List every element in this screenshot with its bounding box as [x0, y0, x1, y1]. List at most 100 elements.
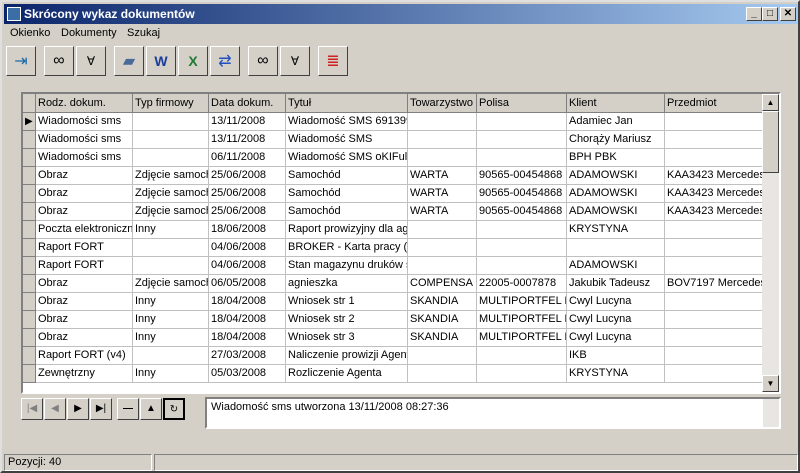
- first-record-button[interactable]: |◀: [21, 398, 43, 420]
- table-cell[interactable]: Wiadomości sms: [36, 131, 133, 149]
- table-cell[interactable]: [133, 257, 209, 275]
- table-row[interactable]: Poczta elektroniczna Inny 18/06/2008 Raport…: [23, 221, 763, 239]
- table-cell[interactable]: [408, 113, 477, 131]
- table-cell[interactable]: Wiadomości sms: [36, 149, 133, 167]
- table-cell[interactable]: KRYSTYNA: [567, 221, 665, 239]
- table-row[interactable]: Wiadomości sms 13/11/2008 Wiadomość SMS Cho…: [23, 131, 763, 149]
- row-indicator[interactable]: [23, 365, 36, 383]
- table-cell[interactable]: [408, 149, 477, 167]
- table-cell[interactable]: [477, 365, 567, 383]
- table-cell[interactable]: Obraz: [36, 203, 133, 221]
- table-cell[interactable]: 13/11/2008: [209, 113, 286, 131]
- table-row[interactable]: Obraz Inny 18/04/2008 Wniosek str 1 SKANDIA M…: [23, 293, 763, 311]
- table-row[interactable]: ObrazZdjęcie samochodu25/06/2008Samochód…: [23, 167, 763, 185]
- delete-record-button[interactable]: —: [117, 398, 139, 420]
- table-cell[interactable]: [477, 347, 567, 365]
- table-cell[interactable]: [408, 257, 477, 275]
- filter-button[interactable]: ∀: [76, 46, 106, 76]
- table-cell[interactable]: Wniosek str 1: [286, 293, 408, 311]
- table-cell[interactable]: 04/06/2008: [209, 257, 286, 275]
- table-cell[interactable]: Obraz: [36, 185, 133, 203]
- col-header-towarzystwo[interactable]: Towarzystwo: [408, 94, 477, 113]
- row-indicator[interactable]: ▶: [23, 113, 36, 131]
- list-button[interactable]: ≣: [318, 46, 348, 76]
- col-header-tytul[interactable]: Tytuł: [286, 94, 408, 113]
- scroll-down-button[interactable]: ▼: [762, 375, 779, 392]
- table-cell[interactable]: SKANDIA: [408, 329, 477, 347]
- title-bar[interactable]: Skrócony wykaz dokumentów _ □ ✕: [4, 4, 798, 24]
- table-cell[interactable]: MULTIPORTFEL I: [477, 293, 567, 311]
- table-cell[interactable]: [133, 113, 209, 131]
- table-cell[interactable]: [133, 239, 209, 257]
- table-row[interactable]: ▶ Wiadomości sms 13/11/2008 Wiadomość SMS 6…: [23, 113, 763, 131]
- sync-button[interactable]: ⇄: [210, 46, 240, 76]
- table-cell[interactable]: [408, 221, 477, 239]
- table-cell[interactable]: Inny: [133, 311, 209, 329]
- details-memo[interactable]: Wiadomość sms utworzona 13/11/2008 08:27…: [205, 397, 781, 429]
- table-cell[interactable]: Wiadomość SMS: [286, 131, 408, 149]
- table-cell[interactable]: SKANDIA: [408, 293, 477, 311]
- table-cell[interactable]: Cwyl Lucyna: [567, 311, 665, 329]
- table-cell[interactable]: Raport prowizyjny dla agenta: [286, 221, 408, 239]
- table-cell[interactable]: [665, 113, 763, 131]
- table-cell[interactable]: 25/06/2008: [209, 203, 286, 221]
- col-header-przedmiot[interactable]: Przedmiot: [665, 94, 763, 113]
- table-cell[interactable]: 22005-0007878: [477, 275, 567, 293]
- table-row[interactable]: Raport FORT 04/06/2008 Stan magazynu drukó…: [23, 257, 763, 275]
- table-cell[interactable]: Naliczenie prowizji Agentów: [286, 347, 408, 365]
- table-cell[interactable]: [665, 221, 763, 239]
- table-cell[interactable]: [477, 113, 567, 131]
- table-cell[interactable]: Jakubik Tadeusz: [567, 275, 665, 293]
- table-cell[interactable]: 90565-00454868: [477, 185, 567, 203]
- find-button[interactable]: ∞: [44, 46, 74, 76]
- table-cell[interactable]: Raport FORT: [36, 257, 133, 275]
- table-cell[interactable]: [477, 131, 567, 149]
- col-header-data[interactable]: Data dokum.: [209, 94, 286, 113]
- table-cell[interactable]: Obraz: [36, 329, 133, 347]
- table-cell[interactable]: Cwyl Lucyna: [567, 293, 665, 311]
- table-cell[interactable]: Inny: [133, 365, 209, 383]
- row-indicator[interactable]: [23, 131, 36, 149]
- table-cell[interactable]: [665, 293, 763, 311]
- row-indicator[interactable]: [23, 203, 36, 221]
- export-button[interactable]: ▰: [114, 46, 144, 76]
- table-cell[interactable]: [133, 131, 209, 149]
- table-cell[interactable]: MULTIPORTFEL I: [477, 311, 567, 329]
- table-cell[interactable]: KRYSTYNA: [567, 365, 665, 383]
- last-record-button[interactable]: ▶|: [90, 398, 112, 420]
- table-cell[interactable]: WARTA: [408, 167, 477, 185]
- col-header-typ[interactable]: Typ firmowy: [133, 94, 209, 113]
- table-cell[interactable]: BOV7197 Mercedes: [665, 275, 763, 293]
- table-cell[interactable]: ADAMOWSKI: [567, 257, 665, 275]
- table-row[interactable]: ObrazZdjęcie samochodu06/05/2008agnieszk…: [23, 275, 763, 293]
- table-cell[interactable]: ADAMOWSKI: [567, 203, 665, 221]
- table-cell[interactable]: Cwyl Lucyna: [567, 329, 665, 347]
- table-cell[interactable]: Obraz: [36, 311, 133, 329]
- menu-szukaj[interactable]: Szukaj: [127, 27, 160, 39]
- table-cell[interactable]: 25/06/2008: [209, 185, 286, 203]
- table-cell[interactable]: 90565-00454868: [477, 203, 567, 221]
- prev-record-button[interactable]: ◀: [44, 398, 66, 420]
- scroll-thumb[interactable]: [762, 111, 779, 173]
- table-cell[interactable]: Inny: [133, 293, 209, 311]
- table-cell[interactable]: WARTA: [408, 185, 477, 203]
- col-header-klient[interactable]: Klient: [567, 94, 665, 113]
- table-cell[interactable]: Wiadomość SMS 691399: [286, 113, 408, 131]
- table-cell[interactable]: Zdjęcie samochodu: [133, 167, 209, 185]
- documents-grid[interactable]: Rodz. dokum. Typ firmowy Data dokum. Tyt…: [21, 92, 781, 394]
- table-cell[interactable]: WARTA: [408, 203, 477, 221]
- table-cell[interactable]: 27/03/2008: [209, 347, 286, 365]
- table-cell[interactable]: [477, 149, 567, 167]
- table-cell[interactable]: 04/06/2008: [209, 239, 286, 257]
- minimize-button[interactable]: _: [746, 7, 762, 21]
- table-cell[interactable]: Wniosek str 2: [286, 311, 408, 329]
- table-cell[interactable]: Wiadomość SMS oKIFull: [286, 149, 408, 167]
- table-cell[interactable]: 05/03/2008: [209, 365, 286, 383]
- table-row[interactable]: Raport FORT (v4) 27/03/2008 Naliczenie pro…: [23, 347, 763, 365]
- table-cell[interactable]: [665, 365, 763, 383]
- row-indicator[interactable]: [23, 275, 36, 293]
- memo-scrollbar[interactable]: [763, 399, 779, 427]
- table-cell[interactable]: 18/04/2008: [209, 329, 286, 347]
- table-cell[interactable]: Poczta elektroniczna: [36, 221, 133, 239]
- menu-dokumenty[interactable]: Dokumenty: [61, 27, 117, 39]
